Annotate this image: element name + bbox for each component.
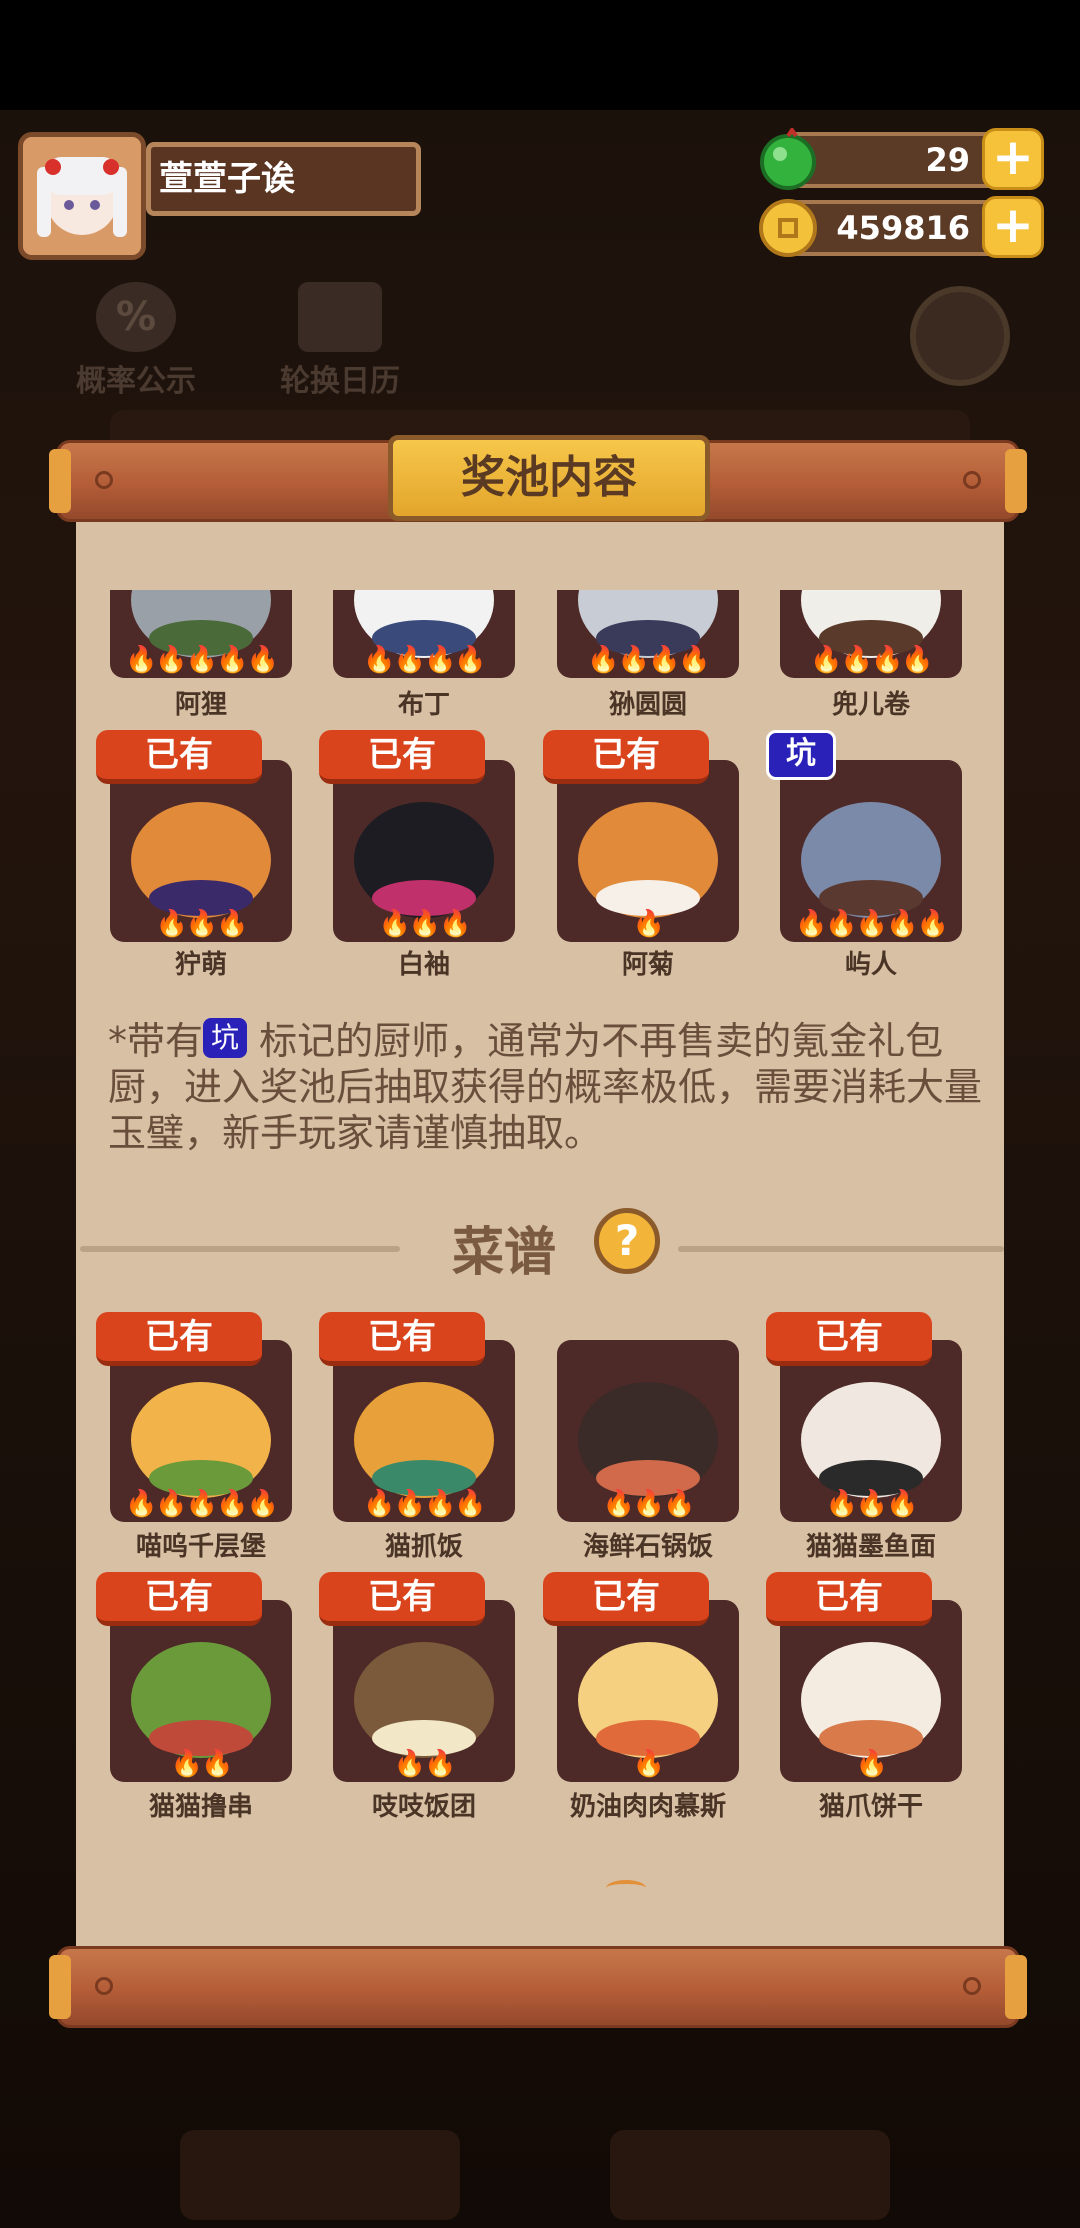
scroll-bottom-rod <box>49 1946 1027 2028</box>
rarity-flames: 🔥🔥🔥🔥 <box>363 1489 487 1519</box>
coin-bar: 459816 + <box>759 196 1044 258</box>
add-coin-button[interactable]: + <box>982 196 1044 258</box>
rod-nail-right <box>963 471 981 489</box>
item-card[interactable]: 🔥 <box>557 1600 739 1782</box>
owned-badge: 已有 <box>319 1572 485 1626</box>
item-name: 阿狸 <box>174 690 227 720</box>
item-card[interactable]: 🔥🔥🔥🔥 <box>333 590 515 678</box>
item-name: 猫猫墨鱼面 <box>805 1532 936 1562</box>
help-icon[interactable]: ? <box>594 1208 660 1274</box>
owned-badge: 已有 <box>96 1572 262 1626</box>
rarity-flames: 🔥 <box>632 1749 665 1779</box>
calendar-icon <box>298 282 382 352</box>
rarity-flames: 🔥 <box>632 909 665 939</box>
rarity-flames: 🔥🔥🔥 <box>155 909 248 939</box>
exit-icon[interactable] <box>910 286 1010 386</box>
rod-cap-left <box>49 449 71 513</box>
item-card[interactable]: 🔥🔥🔥 <box>110 760 292 942</box>
item-card[interactable]: 🔥🔥🔥🔥 <box>780 590 962 678</box>
rod-cap-right <box>1005 449 1027 513</box>
ten-draw-shadow <box>610 2130 890 2220</box>
item-name: 喵呜千层堡 <box>135 1532 266 1562</box>
item-name: 猫猫撸串 <box>148 1792 253 1822</box>
item-card[interactable]: 🔥🔥🔥 <box>780 1340 962 1522</box>
item-card[interactable]: 🔥🔥🔥🔥🔥 <box>110 590 292 678</box>
owned-badge: 已有 <box>766 1312 932 1366</box>
rod-cap-right <box>1005 1955 1027 2019</box>
item-name: 布丁 <box>397 690 450 720</box>
item-card[interactable]: 🔥🔥🔥 <box>557 1340 739 1522</box>
rarity-flames: 🔥🔥🔥🔥 <box>587 645 711 675</box>
divider-left <box>80 1246 400 1252</box>
item-name: 狲圆圆 <box>608 690 687 720</box>
item-card[interactable]: 🔥🔥🔥🔥🔥 <box>780 760 962 942</box>
percent-icon: % <box>96 282 176 352</box>
rod-nail-left <box>95 471 113 489</box>
rod-nail-right <box>963 1977 981 1995</box>
item-name: 狞萌 <box>174 950 227 980</box>
rarity-flames: 🔥🔥🔥 <box>378 909 471 939</box>
owned-badge: 已有 <box>543 730 709 784</box>
rarity-flames: 🔥🔥🔥🔥🔥 <box>125 1489 279 1519</box>
rarity-flames: 🔥🔥🔥🔥 <box>810 645 934 675</box>
rarity-flames: 🔥🔥🔥 <box>602 1489 695 1519</box>
item-card[interactable]: 🔥🔥 <box>333 1600 515 1782</box>
rod-cap-left <box>49 1955 71 2019</box>
owned-badge: 已有 <box>96 1312 262 1366</box>
rod-nail-left <box>95 1977 113 1995</box>
probability-label: 概率公示 <box>76 364 196 399</box>
rarity-flames: 🔥 <box>855 1749 888 1779</box>
divider-right <box>678 1246 1004 1252</box>
item-name: 白袖 <box>397 950 450 980</box>
item-name: 奶油肉肉慕斯 <box>569 1792 726 1822</box>
rarity-flames: 🔥🔥 <box>170 1749 234 1779</box>
note-prefix: *带有 <box>108 1019 204 1063</box>
item-name: 屿人 <box>844 950 897 980</box>
rotation-label: 轮换日历 <box>280 364 400 399</box>
item-name: 猫抓饭 <box>384 1532 463 1562</box>
rotation-calendar-button[interactable]: 轮换日历 <box>272 282 408 400</box>
rarity-flames: 🔥🔥🔥 <box>825 1489 918 1519</box>
avatar-portrait <box>23 137 141 255</box>
owned-badge: 已有 <box>319 730 485 784</box>
item-card[interactable]: 🔥🔥🔥 <box>333 760 515 942</box>
item-name: 兜儿卷 <box>831 690 910 720</box>
item-card[interactable]: 🔥 <box>780 1600 962 1782</box>
player-name: 萱萱子诶 <box>146 142 421 216</box>
add-gem-button[interactable]: + <box>982 128 1044 190</box>
item-card[interactable]: 🔥🔥🔥🔥🔥 <box>110 1340 292 1522</box>
rarity-flames: 🔥🔥🔥🔥🔥 <box>125 645 279 675</box>
item-name: 海鲜石锅饭 <box>582 1532 713 1562</box>
pit-explanation: *带有坑 标记的厨师，通常为不再售卖的氪金礼包厨，进入奖池后抽取获得的概率极低，… <box>108 1018 988 1156</box>
single-draw-shadow <box>180 2130 460 2220</box>
panel-title: 奖池内容 <box>388 435 710 521</box>
item-name: 猫爪饼干 <box>818 1792 923 1822</box>
item-name: 吱吱饭团 <box>371 1792 476 1822</box>
loading-indicator <box>606 1880 646 1896</box>
note-pit-badge: 坑 <box>203 1018 248 1058</box>
item-card[interactable]: 🔥🔥 <box>110 1600 292 1782</box>
coin-count: 459816 <box>836 209 970 247</box>
gem-bar: 29 + <box>760 128 1044 190</box>
owned-badge: 已有 <box>319 1312 485 1366</box>
player-avatar[interactable] <box>18 132 146 260</box>
item-name: 阿菊 <box>621 950 674 980</box>
item-card[interactable]: 🔥🔥🔥🔥 <box>333 1340 515 1522</box>
jade-gem-icon <box>760 128 816 190</box>
rarity-flames: 🔥🔥 <box>393 1749 457 1779</box>
recipe-section-title: 菜谱 <box>452 1223 557 1283</box>
coin-icon <box>759 199 817 257</box>
probability-button[interactable]: % 概率公示 <box>68 282 204 400</box>
item-card[interactable]: 🔥🔥🔥🔥 <box>557 590 739 678</box>
rarity-flames: 🔥🔥🔥🔥 <box>363 645 487 675</box>
pit-badge: 坑 <box>766 730 836 780</box>
owned-badge: 已有 <box>543 1572 709 1626</box>
item-card[interactable]: 🔥 <box>557 760 739 942</box>
gem-count: 29 <box>925 141 970 179</box>
owned-badge: 已有 <box>96 730 262 784</box>
owned-badge: 已有 <box>766 1572 932 1626</box>
rarity-flames: 🔥🔥🔥🔥🔥 <box>795 909 949 939</box>
